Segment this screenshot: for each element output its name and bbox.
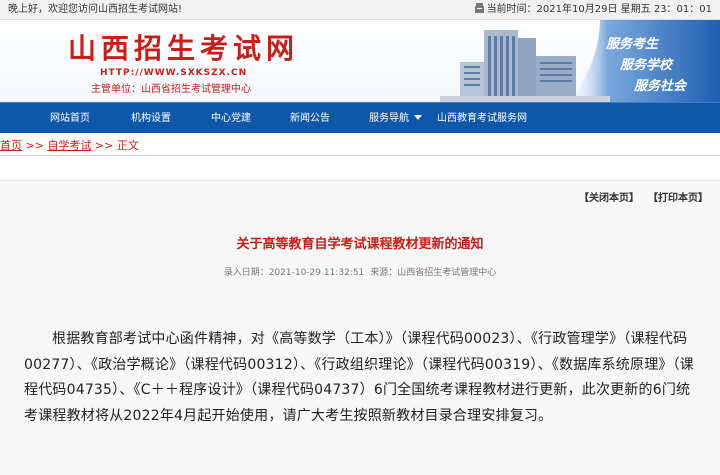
article-date: 录入日期：2021-10-29 11:32:51: [223, 268, 365, 278]
slogan-society: 服务社会: [634, 79, 687, 94]
article-actions: 【关闭本页】 【打印本页】: [565, 189, 708, 204]
nav-item-exam-service[interactable]: 山西教育考试服务网: [437, 103, 527, 134]
breadcrumb: 首页 >> 自学考试 >> 正文: [0, 138, 720, 154]
breadcrumb-current: 正文: [116, 139, 139, 152]
top-bar: 晚上好，欢迎您访问山西招生考试网站! 当前时间：2021年10月29日 星期五 …: [0, 0, 720, 20]
breadcrumb-home[interactable]: 首页: [0, 139, 22, 152]
datetime-text: 当前时间：2021年10月29日 星期五 23：01：01: [474, 0, 712, 20]
slogan-schools: 服务学校: [620, 58, 673, 73]
site-title: 山西招生考试网: [68, 32, 300, 65]
close-page-button[interactable]: 【关闭本页】: [579, 193, 639, 204]
slogan-students: 服务考生: [606, 37, 659, 52]
greeting-text: 晚上好，欢迎您访问山西招生考试网站!: [8, 4, 183, 15]
article-source: 来源：山西省招生考试管理中心: [370, 268, 497, 278]
clock-icon: [474, 3, 484, 13]
print-page-button[interactable]: 【打印本页】: [653, 193, 708, 204]
building-image: [440, 30, 610, 102]
article-title: 关于高等教育自学考试课程教材更新的通知: [236, 237, 484, 252]
breadcrumb-separator: >>: [22, 139, 48, 152]
main-nav: 网站首页 机构设置 中心党建 新闻公告 服务导航 山西教育考试服务网: [0, 102, 720, 133]
breadcrumb-section[interactable]: 自学考试: [47, 139, 91, 152]
slogans: 服务考生 服务学校 服务社会: [598, 34, 718, 97]
nav-item-home[interactable]: 网站首页: [50, 103, 90, 134]
nav-item-party[interactable]: 中心党建: [211, 103, 251, 134]
article-meta: 录入日期：2021-10-29 11:32:51 来源：山西省招生考试管理中心: [0, 265, 720, 278]
nav-item-service-nav[interactable]: 服务导航: [369, 103, 422, 134]
site-url: HTTP://WWW.SXKSZX.CN: [100, 68, 248, 78]
datetime-value: 当前时间：2021年10月29日 星期五 23：01：01: [486, 4, 712, 15]
nav-item-news[interactable]: 新闻公告: [290, 103, 330, 134]
nav-item-organization[interactable]: 机构设置: [131, 103, 171, 134]
article-body: 根据教育部考试中心函件精神，对《高等数学（工本）》（课程代码00023）、《行政…: [24, 331, 695, 424]
site-sponsor: 主管单位：山西省招生考试管理中心: [91, 84, 251, 95]
nav-service-label: 服务导航: [369, 113, 409, 124]
chevron-down-icon: [414, 115, 422, 120]
site-banner: 山西招生考试网 HTTP://WWW.SXKSZX.CN 主管单位：山西省招生考…: [0, 20, 720, 102]
breadcrumb-separator: >>: [91, 139, 117, 152]
divider: [0, 155, 720, 156]
